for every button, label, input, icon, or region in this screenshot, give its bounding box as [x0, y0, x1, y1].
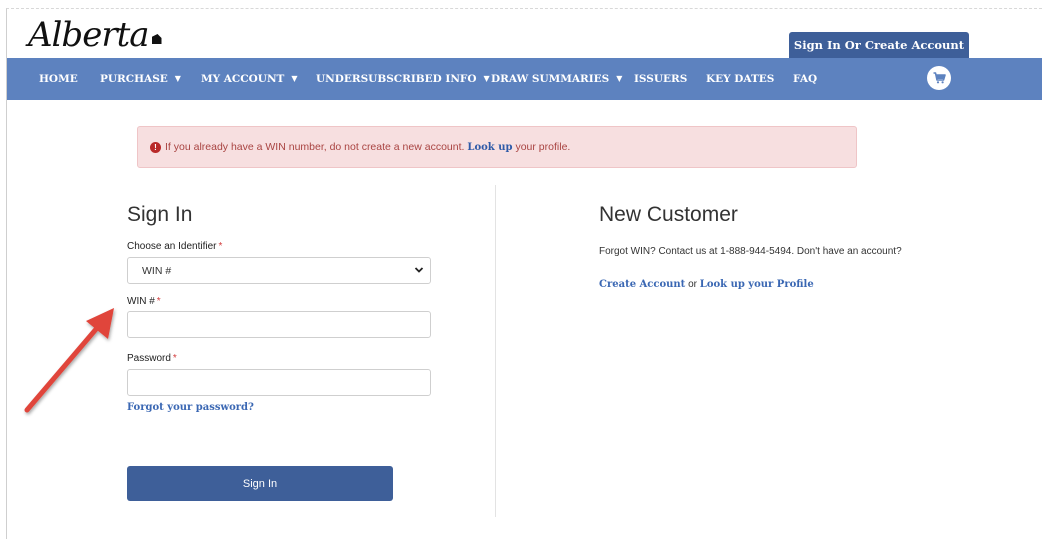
- required-mark: *: [218, 241, 223, 252]
- win-label-text: WIN #: [127, 296, 155, 307]
- required-mark: *: [172, 353, 177, 364]
- nav-item-label: MY ACCOUNT: [201, 73, 285, 85]
- nav-item-label: HOME: [39, 73, 78, 85]
- nav-item-label: UNDERSUBSCRIBED INFO: [316, 73, 477, 85]
- sign-in-button[interactable]: Sign In: [127, 466, 393, 501]
- nav-item-issuers[interactable]: ISSUERS: [634, 73, 687, 85]
- nav-item-undersubscribed-info[interactable]: UNDERSUBSCRIBED INFO ▼: [316, 73, 490, 85]
- identifier-select[interactable]: WIN #: [127, 257, 431, 284]
- forgot-password-link[interactable]: Forgot your password?: [127, 402, 254, 413]
- password-label-text: Password: [127, 353, 171, 364]
- nav-item-draw-summaries[interactable]: DRAW SUMMARIES ▼: [491, 73, 622, 85]
- create-account-link[interactable]: Create Account: [599, 279, 685, 290]
- nav-item-my-account[interactable]: MY ACCOUNT ▼: [201, 73, 298, 85]
- logo-mark-icon: [151, 34, 162, 44]
- identifier-label: Choose an Identifier *: [127, 241, 222, 252]
- caret-down-icon: ▼: [174, 73, 181, 83]
- alert-look-up-link[interactable]: Look up: [467, 142, 512, 153]
- logo-text: Alberta: [28, 15, 149, 55]
- caret-down-icon: ▼: [291, 73, 298, 83]
- nav-item-purchase[interactable]: PURCHASE ▼: [100, 73, 181, 85]
- exclamation-circle-icon: !: [150, 141, 161, 153]
- win-warning-alert: ! If you already have a WIN number, do n…: [137, 126, 857, 168]
- nav-item-faq[interactable]: FAQ: [793, 73, 817, 85]
- or-text: or: [688, 279, 697, 290]
- nav-item-label: PURCHASE: [100, 73, 168, 85]
- nav-item-label: FAQ: [793, 73, 818, 85]
- win-label: WIN # *: [127, 296, 161, 307]
- cart-glyph-icon: [933, 72, 946, 84]
- password-label: Password *: [127, 353, 177, 364]
- win-input[interactable]: [127, 311, 431, 338]
- password-input[interactable]: [127, 369, 431, 396]
- column-divider: [495, 185, 496, 517]
- nav-item-label: KEY DATES: [706, 73, 775, 85]
- identifier-select-value: WIN #: [142, 264, 172, 277]
- look-up-profile-link[interactable]: Look up your Profile: [700, 279, 814, 290]
- alert-text-before: If you already have a WIN number, do not…: [165, 141, 465, 153]
- chevron-down-icon: [414, 263, 424, 280]
- nav-item-label: ISSUERS: [634, 73, 688, 85]
- new-customer-links: Create Account or Look up your Profile: [599, 279, 814, 290]
- alberta-logo[interactable]: Alberta: [28, 8, 162, 52]
- main-nav: HOME PURCHASE ▼ MY ACCOUNT ▼ UNDERSUBSCRIB…: [7, 58, 1042, 100]
- sign-in-or-create-account-button[interactable]: Sign In Or Create Account: [789, 32, 969, 58]
- alert-text-after: your profile.: [515, 141, 571, 153]
- required-mark: *: [156, 296, 161, 307]
- shopping-cart-icon[interactable]: [927, 66, 951, 90]
- identifier-label-text: Choose an Identifier: [127, 241, 217, 252]
- sign-in-heading: Sign In: [127, 203, 193, 226]
- caret-down-icon: ▼: [616, 73, 623, 83]
- nav-item-key-dates[interactable]: KEY DATES: [706, 73, 774, 85]
- nav-item-label: DRAW SUMMARIES: [491, 73, 610, 85]
- new-customer-text: Forgot WIN? Contact us at 1-888-944-5494…: [599, 246, 902, 257]
- new-customer-heading: New Customer: [599, 203, 738, 226]
- nav-item-home[interactable]: HOME: [39, 73, 78, 85]
- caret-down-icon: ▼: [483, 73, 490, 83]
